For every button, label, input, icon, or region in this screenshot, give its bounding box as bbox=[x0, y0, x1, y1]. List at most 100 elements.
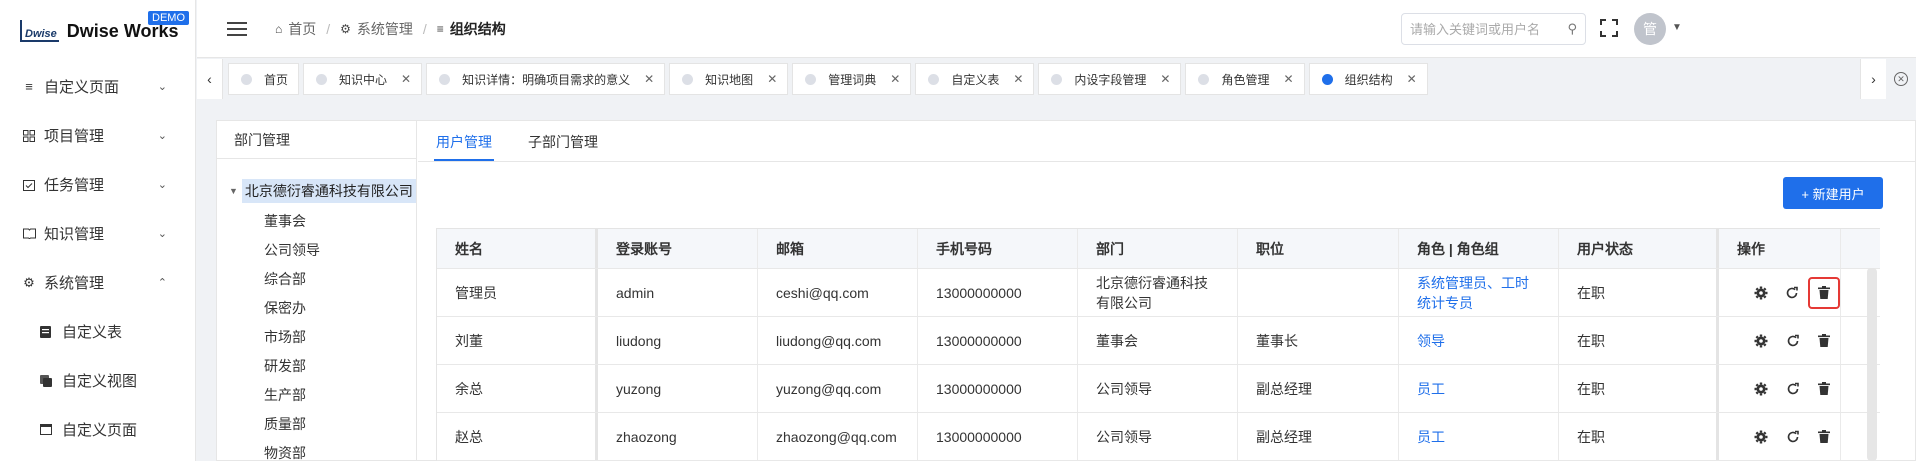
tab-label: 角色管理 bbox=[1221, 72, 1270, 87]
sidebar-item-label: 项目管理 bbox=[44, 128, 105, 145]
avatar[interactable]: 管 bbox=[1634, 13, 1666, 45]
tab-label: 管理词典 bbox=[828, 72, 877, 87]
table-doc-icon bbox=[40, 325, 52, 338]
reset-refresh-icon[interactable] bbox=[1777, 373, 1809, 405]
sidebar-subitem-custom-table[interactable]: 自定义表 bbox=[0, 307, 195, 356]
breadcrumb-separator: / bbox=[422, 20, 427, 37]
sidebar-item-system[interactable]: ⚙ 系统管理 ⌃ bbox=[0, 258, 195, 307]
tree-node[interactable]: 综合部 bbox=[264, 269, 306, 289]
cell-account: admin bbox=[598, 269, 758, 316]
tab-label: 知识地图 bbox=[705, 72, 754, 87]
sidebar-item-custom-page[interactable]: ≡ 自定义页面 ⌄ bbox=[0, 62, 195, 111]
delete-trash-icon[interactable] bbox=[1808, 421, 1840, 453]
tabs: 首页 知识中心 ✕ 知识详情：明确项目需求的意义 ✕ 知识地图 ✕ 管理词典 ✕ 自定义… bbox=[228, 63, 1428, 95]
cell-email: ceshi@qq.com bbox=[758, 269, 918, 316]
chevron-down-icon: ⌄ bbox=[157, 179, 167, 191]
table-scrollbar[interactable] bbox=[1867, 268, 1877, 461]
close-icon[interactable]: ✕ bbox=[1284, 72, 1294, 86]
tab-label: 首页 bbox=[264, 72, 289, 87]
fullscreen-icon[interactable] bbox=[1600, 19, 1618, 37]
tab-org-structure[interactable]: 组织结构 ✕ bbox=[1308, 63, 1428, 95]
tab-custom-table[interactable]: 自定义表 ✕ bbox=[915, 63, 1035, 95]
tab-label: 组织结构 bbox=[1344, 72, 1393, 87]
column-header: 姓名 bbox=[437, 229, 598, 268]
settings-gear-icon[interactable] bbox=[1745, 373, 1777, 405]
close-icon[interactable]: ✕ bbox=[1407, 72, 1417, 86]
delete-trash-icon[interactable] bbox=[1808, 325, 1840, 357]
close-icon[interactable]: ✕ bbox=[1160, 72, 1170, 86]
tab-knowledge-center[interactable]: 知识中心 ✕ bbox=[303, 63, 423, 95]
tab-home[interactable]: 首页 bbox=[228, 63, 300, 95]
tab-field-management[interactable]: 内设字段管理 ✕ bbox=[1038, 63, 1182, 95]
caret-down-icon[interactable]: ▼ bbox=[229, 186, 238, 196]
close-icon[interactable]: ✕ bbox=[1013, 72, 1023, 86]
close-icon[interactable]: ✕ bbox=[644, 72, 654, 86]
tree-node[interactable]: 保密办 bbox=[264, 298, 306, 318]
column-header: 手机号码 bbox=[918, 229, 1078, 268]
tree-node[interactable]: 公司领导 bbox=[264, 240, 320, 260]
settings-gear-icon[interactable] bbox=[1745, 421, 1777, 453]
tree-node-root[interactable]: ▼ 北京德衍睿通科技有限公司 bbox=[229, 179, 416, 203]
tree-node[interactable]: 市场部 bbox=[264, 327, 306, 347]
settings-gear-icon[interactable] bbox=[1745, 325, 1777, 357]
tab-user-management[interactable]: 用户管理 bbox=[434, 121, 494, 161]
tree-node[interactable]: 董事会 bbox=[264, 211, 306, 231]
tab-scroll-right-icon[interactable]: › bbox=[1860, 59, 1886, 99]
cell-role-link[interactable]: 系统管理员、工时统计专员 bbox=[1399, 269, 1559, 316]
grid-icon bbox=[22, 129, 36, 143]
tree-node[interactable]: 物资部 bbox=[264, 443, 306, 461]
cell-status: 在职 bbox=[1559, 317, 1719, 364]
delete-trash-icon[interactable] bbox=[1808, 373, 1840, 405]
cell-phone: 13000000000 bbox=[918, 365, 1078, 412]
breadcrumb-separator: / bbox=[326, 20, 331, 37]
column-header: 登录账号 bbox=[598, 229, 758, 268]
tab-management-dict[interactable]: 管理词典 ✕ bbox=[792, 63, 912, 95]
reset-refresh-icon[interactable] bbox=[1777, 421, 1809, 453]
breadcrumb-home[interactable]: 首页 bbox=[288, 19, 316, 39]
sidebar-subitem-custom-page[interactable]: 自定义页面 bbox=[0, 405, 195, 454]
cell-role-link[interactable]: 员工 bbox=[1399, 413, 1559, 460]
cell-name: 余总 bbox=[437, 365, 598, 412]
tree-node[interactable]: 研发部 bbox=[264, 356, 306, 376]
sidebar-subitem-custom-view[interactable]: 自定义视图 bbox=[0, 356, 195, 405]
new-user-button[interactable]: + 新建用户 bbox=[1783, 177, 1883, 209]
cell-name: 管理员 bbox=[437, 269, 598, 316]
tab-dot bbox=[682, 73, 694, 85]
sidebar-item-projects[interactable]: 项目管理 ⌄ bbox=[0, 111, 195, 160]
cell-position bbox=[1238, 269, 1399, 316]
hamburger-menu-icon[interactable] bbox=[227, 21, 247, 36]
table-header-row: 姓名 登录账号 邮箱 手机号码 部门 职位 角色 | 角色组 用户状态 操作 bbox=[437, 229, 1880, 269]
tab-label: 内设字段管理 bbox=[1074, 72, 1147, 87]
tree-node[interactable]: 生产部 bbox=[264, 385, 306, 405]
tree-node[interactable]: 质量部 bbox=[264, 414, 306, 434]
settings-gear-icon[interactable] bbox=[1745, 277, 1777, 309]
cell-account: zhaozong bbox=[598, 413, 758, 460]
search-input[interactable] bbox=[1402, 14, 1552, 44]
caret-down-icon[interactable]: ▼ bbox=[1672, 22, 1682, 33]
logo-mark: Dwise bbox=[20, 20, 59, 42]
tab-dot bbox=[316, 73, 328, 85]
sidebar-item-tasks[interactable]: 任务管理 ⌄ bbox=[0, 160, 195, 209]
close-icon[interactable]: ✕ bbox=[767, 72, 777, 86]
close-all-tabs-button[interactable]: ✕ bbox=[1886, 59, 1916, 99]
tab-scroll-left-icon[interactable]: ‹ bbox=[197, 59, 223, 99]
reset-refresh-icon[interactable] bbox=[1777, 325, 1809, 357]
tab-role-management[interactable]: 角色管理 ✕ bbox=[1185, 63, 1305, 95]
dept-panel-title: 部门管理 bbox=[217, 121, 416, 159]
search-icon[interactable]: ⚲ bbox=[1567, 21, 1577, 37]
close-icon[interactable]: ✕ bbox=[401, 72, 411, 86]
tab-knowledge-map[interactable]: 知识地图 ✕ bbox=[669, 63, 789, 95]
delete-trash-icon[interactable] bbox=[1808, 276, 1841, 309]
sidebar-item-knowledge[interactable]: 知识管理 ⌄ bbox=[0, 209, 195, 258]
cell-role-link[interactable]: 领导 bbox=[1399, 317, 1559, 364]
close-icon[interactable]: ✕ bbox=[890, 72, 900, 86]
reset-refresh-icon[interactable] bbox=[1777, 277, 1809, 309]
breadcrumb: ⌂ 首页 / ⚙ 系统管理 / ≡ 组织结构 bbox=[275, 19, 506, 39]
cell-email: zhaozong@qq.com bbox=[758, 413, 918, 460]
cell-role-link[interactable]: 员工 bbox=[1399, 365, 1559, 412]
breadcrumb-system[interactable]: 系统管理 bbox=[357, 19, 413, 39]
tab-sub-dept-management[interactable]: 子部门管理 bbox=[526, 121, 600, 161]
tab-knowledge-detail[interactable]: 知识详情：明确项目需求的意义 ✕ bbox=[426, 63, 666, 95]
tree-node-label: 北京德衍睿通科技有限公司 bbox=[241, 179, 416, 203]
window-icon bbox=[40, 423, 52, 436]
